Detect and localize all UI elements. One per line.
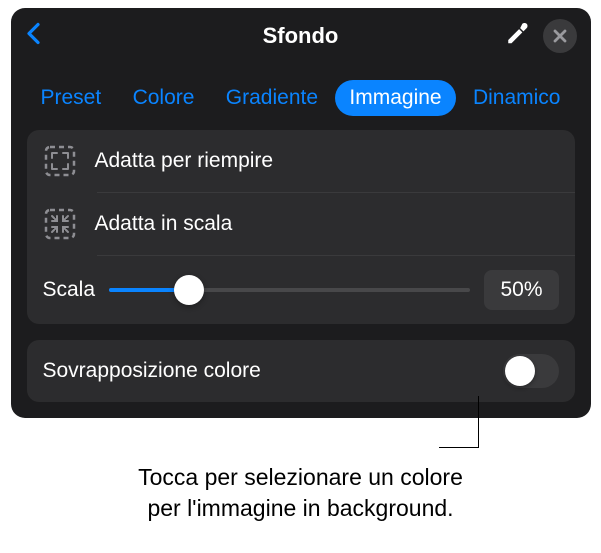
eyedropper-button[interactable]	[505, 21, 531, 52]
panel-header: Sfondo	[11, 8, 591, 64]
tab-dynamic[interactable]: Dinamico	[459, 80, 575, 116]
back-button[interactable]	[25, 22, 41, 51]
fit-scale-label: Adatta in scala	[95, 212, 233, 236]
scale-value-box[interactable]: 50%	[484, 270, 558, 310]
callout-line-2: per l'immagine in background.	[147, 495, 453, 521]
callout-line-1: Tocca per selezionare un colore	[138, 464, 463, 490]
image-options-section: Adatta per riempire Adatta in scala Scal…	[27, 130, 575, 324]
fit-scale-icon	[43, 207, 77, 241]
scale-label: Scala	[43, 278, 96, 302]
toggle-thumb	[505, 356, 535, 386]
scale-slider[interactable]	[109, 288, 470, 292]
scale-control-row: Scala 50%	[27, 256, 575, 324]
page-title: Sfondo	[263, 23, 339, 49]
scale-value: 50%	[500, 278, 542, 301]
tab-gradient[interactable]: Gradiente	[212, 80, 332, 116]
close-button[interactable]	[543, 19, 577, 53]
fit-to-scale-option[interactable]: Adatta in scala	[27, 193, 575, 255]
color-overlay-section: Sovrapposizione colore	[27, 340, 575, 402]
callout-leader-line	[478, 396, 479, 448]
tab-image[interactable]: Immagine	[335, 80, 455, 116]
color-overlay-toggle[interactable]	[503, 354, 559, 388]
tab-preset[interactable]: Preset	[27, 80, 116, 116]
callout-text: Tocca per selezionare un colore per l'im…	[0, 462, 601, 524]
fill-type-tabs: Preset Colore Gradiente Immagine Dinamic…	[11, 64, 591, 130]
tab-color[interactable]: Colore	[119, 80, 209, 116]
background-panel: Sfondo Preset Colore Gradiente Immagine …	[11, 8, 591, 418]
fit-to-fill-option[interactable]: Adatta per riempire	[27, 130, 575, 192]
fit-fill-icon	[43, 144, 77, 178]
fit-fill-label: Adatta per riempire	[95, 149, 274, 173]
color-overlay-label: Sovrapposizione colore	[43, 359, 261, 383]
slider-thumb[interactable]	[174, 275, 204, 305]
